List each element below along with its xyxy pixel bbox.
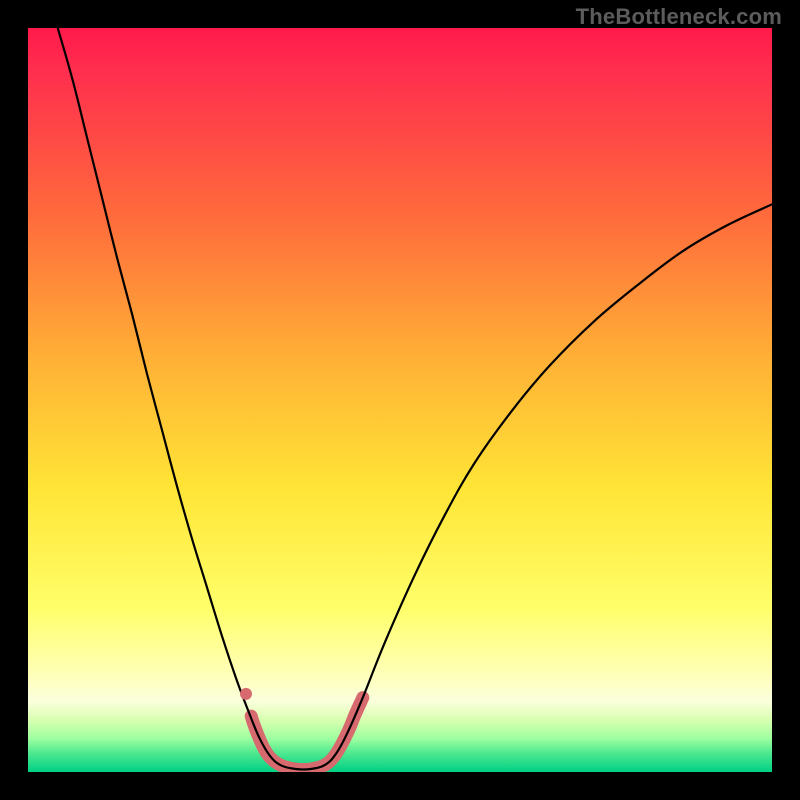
highlight-dot xyxy=(240,688,252,700)
watermark-label: TheBottleneck.com xyxy=(576,4,782,30)
chart-frame: TheBottleneck.com xyxy=(0,0,800,800)
gradient-background xyxy=(28,28,772,772)
plot-area xyxy=(28,28,772,772)
chart-svg xyxy=(28,28,772,772)
